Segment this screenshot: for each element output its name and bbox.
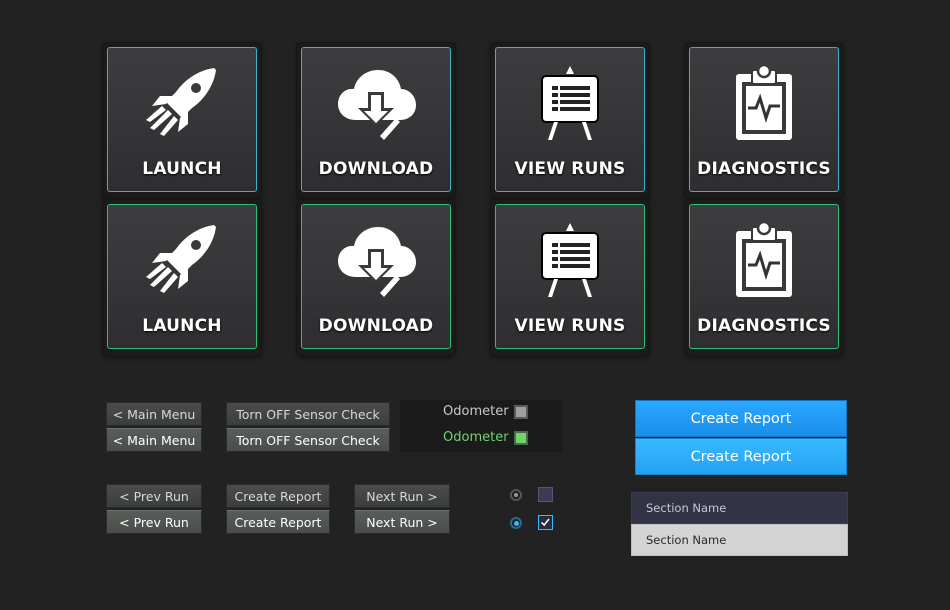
rocket-icon — [142, 219, 222, 299]
tile-label: DIAGNOSTICS — [697, 159, 831, 179]
tile-frame: LAUNCH — [103, 200, 261, 355]
tile-frame: VIEW RUNS — [491, 43, 649, 198]
cloud-download-icon — [336, 62, 416, 142]
view-runs-tile[interactable]: VIEW RUNS — [495, 204, 645, 349]
launch-tile[interactable]: LAUNCH — [107, 47, 257, 192]
odometer-label: Odometer — [443, 404, 509, 419]
check-icon — [541, 518, 550, 527]
tile-frame: LAUNCH — [103, 43, 261, 198]
create-report-small-button[interactable]: Create Report — [226, 484, 330, 508]
view-runs-tile[interactable]: VIEW RUNS — [495, 47, 645, 192]
main-menu-button-pressed[interactable]: < Main Menu — [106, 428, 202, 452]
tile-label: VIEW RUNS — [514, 159, 626, 179]
clipboard-heartbeat-icon — [724, 219, 804, 299]
tile-label: VIEW RUNS — [514, 316, 626, 336]
tile-label: DIAGNOSTICS — [697, 316, 831, 336]
easel-chart-icon — [530, 62, 610, 142]
launch-tile[interactable]: LAUNCH — [107, 204, 257, 349]
easel-chart-icon — [530, 219, 610, 299]
tile-frame: DIAGNOSTICS — [685, 200, 843, 355]
create-report-button[interactable]: Create Report — [635, 400, 847, 437]
diagnostics-tile[interactable]: DIAGNOSTICS — [689, 47, 839, 192]
download-tile[interactable]: DOWNLOAD — [301, 204, 451, 349]
prev-run-button[interactable]: < Prev Run — [106, 484, 202, 508]
checkbox-unchecked[interactable] — [538, 487, 553, 502]
tile-label: LAUNCH — [142, 159, 222, 179]
section-header-light[interactable]: Section Name — [631, 524, 848, 556]
main-menu-button[interactable]: < Main Menu — [106, 402, 202, 426]
next-run-button-pressed[interactable]: Next Run > — [354, 510, 450, 534]
section-header-dark[interactable]: Section Name — [631, 492, 848, 524]
odometer-label-active: Odometer — [443, 430, 509, 445]
prev-run-button-pressed[interactable]: < Prev Run — [106, 510, 202, 534]
next-run-button[interactable]: Next Run > — [354, 484, 450, 508]
create-report-small-button-pressed[interactable]: Create Report — [226, 510, 330, 534]
checkbox-checked[interactable] — [538, 515, 553, 530]
clipboard-heartbeat-icon — [724, 62, 804, 142]
tile-label: DOWNLOAD — [318, 159, 434, 179]
radio-unselected[interactable] — [510, 489, 522, 501]
diagnostics-tile[interactable]: DIAGNOSTICS — [689, 204, 839, 349]
odometer-checkbox[interactable] — [514, 405, 528, 419]
tile-label: LAUNCH — [142, 316, 222, 336]
sensor-check-button-pressed[interactable]: Torn OFF Sensor Check — [226, 428, 390, 452]
cloud-download-icon — [336, 219, 416, 299]
odometer-checkbox-active[interactable] — [514, 431, 528, 445]
radio-dot — [513, 520, 519, 526]
create-report-button-hover[interactable]: Create Report — [635, 438, 847, 475]
tile-label: DOWNLOAD — [318, 316, 434, 336]
tile-frame: DOWNLOAD — [297, 43, 455, 198]
radio-selected[interactable] — [510, 517, 522, 529]
download-tile[interactable]: DOWNLOAD — [301, 47, 451, 192]
tile-frame: VIEW RUNS — [491, 200, 649, 355]
rocket-icon — [142, 62, 222, 142]
tile-frame: DIAGNOSTICS — [685, 43, 843, 198]
sensor-check-button[interactable]: Torn OFF Sensor Check — [226, 402, 390, 426]
tile-frame: DOWNLOAD — [297, 200, 455, 355]
radio-dot — [514, 493, 518, 497]
odometer-panel: Odometer Odometer — [400, 400, 563, 452]
